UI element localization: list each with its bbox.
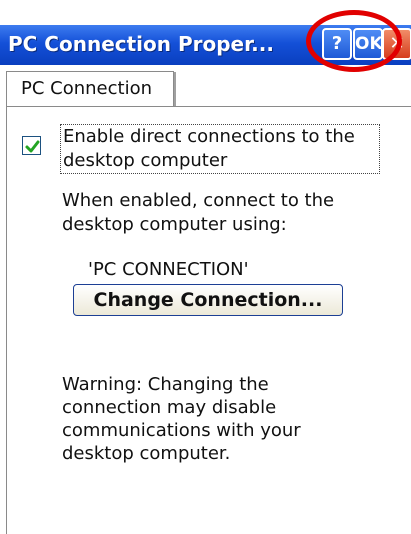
connection-name: 'PC CONNECTION' [88, 259, 249, 280]
enable-direct-connections-checkbox[interactable] [22, 136, 41, 155]
window-title: PC Connection Proper... [8, 32, 274, 56]
checkbox-label-line1: Enable direct connections to the [63, 126, 355, 147]
warning-line-1: Warning: Changing the [62, 374, 269, 395]
enable-direct-connections-label[interactable]: Enable direct connections to the desktop… [60, 124, 380, 174]
checkbox-label-line2: desktop computer [63, 150, 228, 171]
warning-line-3: communications with your [62, 420, 301, 441]
change-connection-button[interactable]: Change Connection... [73, 284, 343, 316]
info-line-1: When enabled, connect to the [62, 190, 335, 211]
tab-pc-connection[interactable]: PC Connection [6, 71, 176, 107]
info-line-2: desktop computer using: [62, 214, 287, 235]
warning-line-2: connection may disable [62, 397, 277, 418]
warning-line-4: desktop computer. [62, 443, 231, 464]
checkmark-icon [25, 140, 40, 153]
highlight-circle [306, 10, 402, 72]
